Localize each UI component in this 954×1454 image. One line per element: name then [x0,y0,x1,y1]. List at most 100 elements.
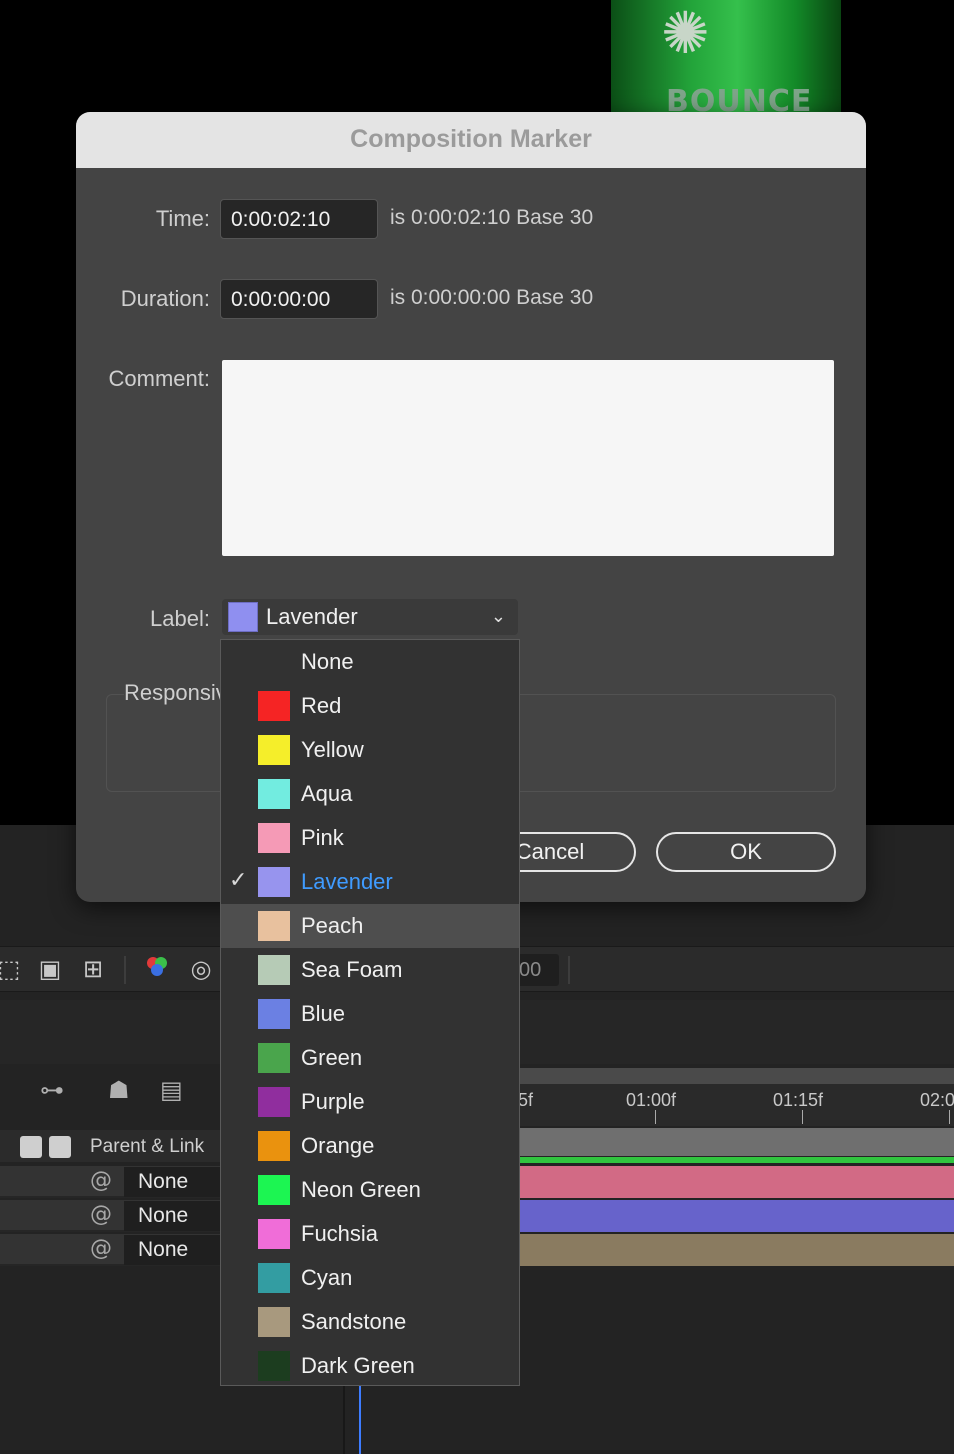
layer-track-bar[interactable] [520,1234,954,1266]
playhead[interactable] [359,1385,361,1454]
gear-logo-icon: ✺ [661,0,710,67]
label-option-red[interactable]: Red [221,684,519,728]
dialog-title: Composition Marker [76,112,866,168]
channels-icon[interactable] [142,954,172,984]
time-ruler[interactable] [520,1068,954,1126]
region-of-interest-icon[interactable]: ⬚ [0,954,24,984]
work-area-bar[interactable] [520,1128,954,1156]
label-color-swatch [228,602,258,632]
label-option-fuchsia[interactable]: Fuchsia [221,1212,519,1256]
transparency-grid-icon[interactable]: ▣ [35,954,65,984]
toolbar-divider [124,956,126,984]
label-option-text: Neon Green [301,1177,421,1202]
color-swatch [258,1351,290,1381]
label-option-text: None [301,649,354,674]
label-option-pink[interactable]: Pink [221,816,519,860]
product-image: ✺ BOUNCE [611,0,841,112]
ruler-label: 5f [518,1090,534,1110]
color-swatch [258,867,290,897]
label-dropdown-menu: None Red Yellow Aqua Pink ✓ Lavender Peach Sea F… [220,639,520,1386]
pick-whip-icon[interactable]: @ [88,1168,114,1194]
label-option-orange[interactable]: Orange [221,1124,519,1168]
label-option-text: Lavender [301,869,393,894]
ok-button[interactable]: OK [656,832,836,872]
layer-track-bar[interactable] [520,1200,954,1232]
comment-textarea[interactable] [222,360,834,556]
parent-select[interactable]: None [124,1167,220,1197]
duration-label: Duration: [120,286,210,311]
duration-info: is 0:00:00:00 Base 30 [390,286,594,309]
parent-select[interactable]: None [124,1201,220,1231]
label-option-none[interactable]: None [221,640,519,684]
label-option-green[interactable]: Green [221,1036,519,1080]
color-swatch [258,1263,290,1293]
color-swatch [258,1043,290,1073]
label-option-yellow[interactable]: Yellow [221,728,519,772]
time-label: Time: [155,206,210,231]
solo-icon[interactable] [20,1136,42,1158]
label-option-cyan[interactable]: Cyan [221,1256,519,1300]
label-option-blue[interactable]: Blue [221,992,519,1036]
toolbar-divider [568,956,570,984]
label-select[interactable]: Lavender ⌄ [222,599,518,635]
label-option-dark-green[interactable]: Dark Green [221,1344,519,1388]
render-bar [520,1157,954,1163]
time-info: is 0:00:02:10 Base 30 [390,206,594,229]
label-option-text: Yellow [301,737,364,762]
timecode-field[interactable]: 00 [517,954,559,986]
label-option-text: Dark Green [301,1353,415,1378]
ruler-tick [655,1110,656,1124]
label-option-peach[interactable]: Peach [221,904,519,948]
color-swatch [258,955,290,985]
color-swatch [258,999,290,1029]
guides-icon[interactable]: ⊞ [78,954,108,984]
color-swatch [258,691,290,721]
label-option-text: Peach [301,913,364,938]
color-swatch [258,1219,290,1249]
ruler-tick [802,1110,803,1124]
color-swatch [258,1175,290,1205]
ruler-tick [949,1110,950,1124]
color-swatch [258,1131,290,1161]
chevron-down-icon: ⌄ [490,606,506,627]
label-label: Label: [150,606,210,631]
parent-select[interactable]: None [124,1235,220,1265]
time-field[interactable]: 0:00:02:10 [220,199,378,239]
label-option-text: Green [301,1045,363,1070]
layer-track-bar[interactable] [520,1166,954,1198]
shy-layers-icon[interactable]: ☗ [108,1072,130,1108]
label-select-value: Lavender [266,604,358,629]
label-option-lavender[interactable]: ✓ Lavender [221,860,519,904]
ruler-label: 01:00f [626,1090,677,1110]
pick-whip-icon[interactable]: @ [88,1202,114,1228]
label-option-text: Red [301,693,342,718]
label-option-text: Sandstone [301,1309,407,1334]
panel-divider [343,1385,345,1454]
pick-whip-icon[interactable]: @ [88,1236,114,1262]
color-swatch [258,735,290,765]
label-option-text: Purple [301,1089,365,1114]
label-option-text: Sea Foam [301,957,403,982]
label-option-sandstone[interactable]: Sandstone [221,1300,519,1344]
color-swatch [258,1307,290,1337]
color-swatch [258,779,290,809]
ruler-label: 01:15f [773,1090,824,1110]
hierarchy-icon[interactable]: ⊶ [40,1072,64,1108]
label-option-purple[interactable]: Purple [221,1080,519,1124]
label-option-text: Blue [301,1001,346,1026]
frame-blending-icon[interactable]: ▤ [160,1072,183,1108]
duration-field[interactable]: 0:00:00:00 [220,279,378,319]
exposure-icon[interactable]: ◎ [186,954,216,984]
label-option-text: Pink [301,825,344,850]
label-option-text: Cyan [301,1265,353,1290]
comment-label: Comment: [108,366,210,391]
lock-icon[interactable] [49,1136,71,1158]
color-swatch [258,1087,290,1117]
parent-link-header: Parent & Link [90,1136,205,1157]
label-option-text: Orange [301,1133,375,1158]
can-brand-text: BOUNCE [666,84,813,112]
label-option-text: Aqua [301,781,353,806]
label-option-neon-green[interactable]: Neon Green [221,1168,519,1212]
label-option-aqua[interactable]: Aqua [221,772,519,816]
label-option-sea-foam[interactable]: Sea Foam [221,948,519,992]
